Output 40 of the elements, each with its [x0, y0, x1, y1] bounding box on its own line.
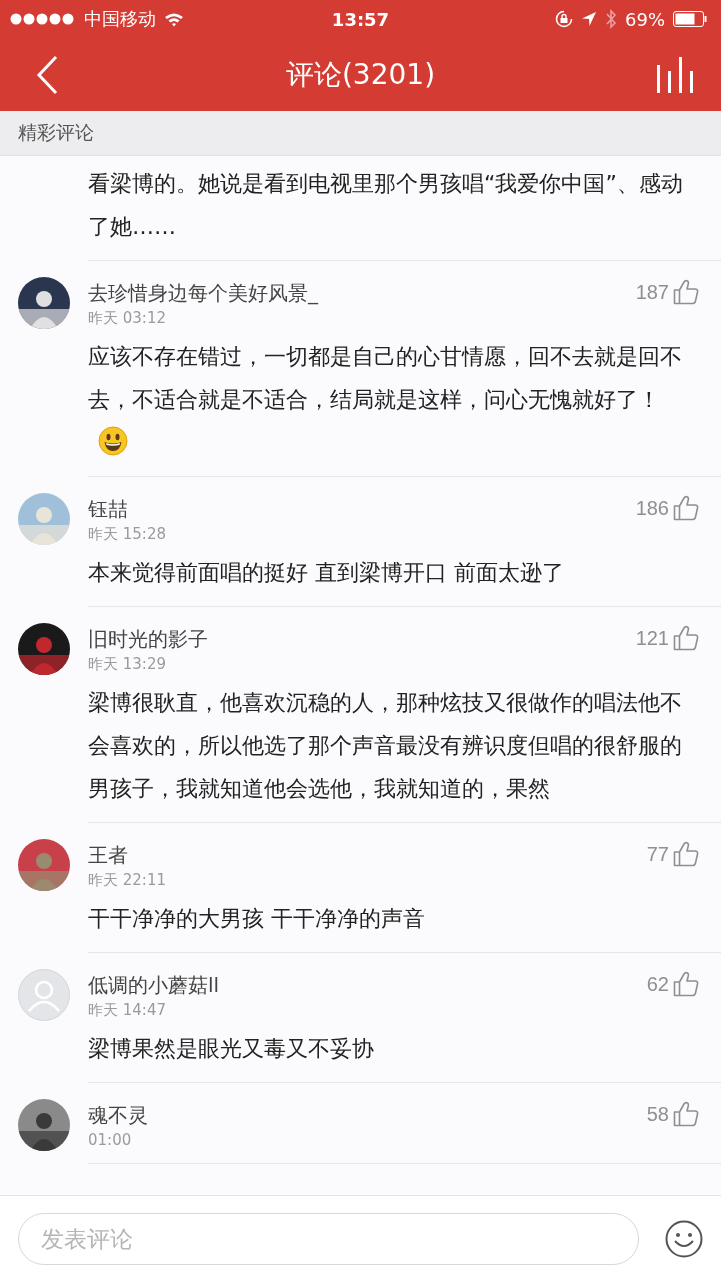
- comment-input[interactable]: 发表评论: [18, 1213, 639, 1265]
- comment-time: 昨天 13:29: [88, 655, 167, 674]
- thumbs-up-icon: [673, 841, 699, 867]
- comment-time: 昨天 14:47: [88, 1001, 167, 1020]
- user-name[interactable]: 旧时光的影子: [88, 626, 636, 653]
- comment-text: 本来觉得前面唱的挺好 直到梁博开口 前面太逊了: [88, 559, 565, 587]
- emoji-button[interactable]: [665, 1220, 703, 1258]
- comment-text: 梁博果然是眼光又毒又不妥协: [88, 1035, 375, 1063]
- back-button[interactable]: [36, 54, 58, 95]
- status-time: 13:57: [331, 8, 390, 30]
- signal-icon: [10, 13, 76, 25]
- comment-time: 昨天 15:28: [88, 525, 167, 544]
- comment-text: 应该不存在错过，一切都是自己的心甘情愿，回不去就是回不去，不适合就是不适合，结局就是这样，问心无愧就好了！: [88, 335, 699, 464]
- user-name[interactable]: 钰喆: [88, 496, 636, 523]
- thumbs-up-icon: [673, 625, 699, 651]
- thumbs-up-icon: [673, 279, 699, 305]
- user-name[interactable]: 魂不灵: [88, 1102, 647, 1129]
- comment-time: 昨天 03:12: [88, 309, 167, 328]
- wifi-icon: [164, 11, 184, 27]
- battery-percent: 69%: [625, 8, 665, 30]
- thumbs-up-icon: [673, 495, 699, 521]
- user-name[interactable]: 去珍惜身边每个美好风景_: [88, 280, 636, 307]
- location-icon: [581, 11, 597, 27]
- user-name[interactable]: 王者: [88, 842, 647, 869]
- carrier-name: 中国移动: [84, 7, 156, 31]
- comment-text: 看梁博的。她说是看到电视里那个男孩唱“我爱你中国”、感动了她……: [88, 170, 684, 241]
- thumbs-up-icon: [673, 1101, 699, 1127]
- comment-time: 01:00: [88, 1131, 133, 1149]
- comment-text: 梁博很耿直，他喜欢沉稳的人，那种炫技又很做作的唱法他不会喜欢的，所以他选了那个声音最没有辨识度但唱的很舒服的男孩子，我就知道他会选他，我就知道的，果然: [88, 689, 683, 803]
- default-avatar-icon: [18, 969, 70, 1021]
- rotation-lock-icon: [555, 10, 573, 28]
- page-title: 评论(3201): [285, 56, 436, 93]
- thumbs-up-icon: [673, 971, 699, 997]
- section-title: 精彩评论: [18, 120, 94, 145]
- battery-icon: [673, 11, 707, 27]
- comment-time: 昨天 22:11: [88, 871, 167, 890]
- comment-text: 干干净净的大男孩 干干净净的声音: [88, 905, 426, 933]
- user-name[interactable]: 低调的小蘑菇ll: [88, 972, 647, 999]
- bars-icon[interactable]: [655, 56, 695, 93]
- bluetooth-icon: [605, 9, 617, 29]
